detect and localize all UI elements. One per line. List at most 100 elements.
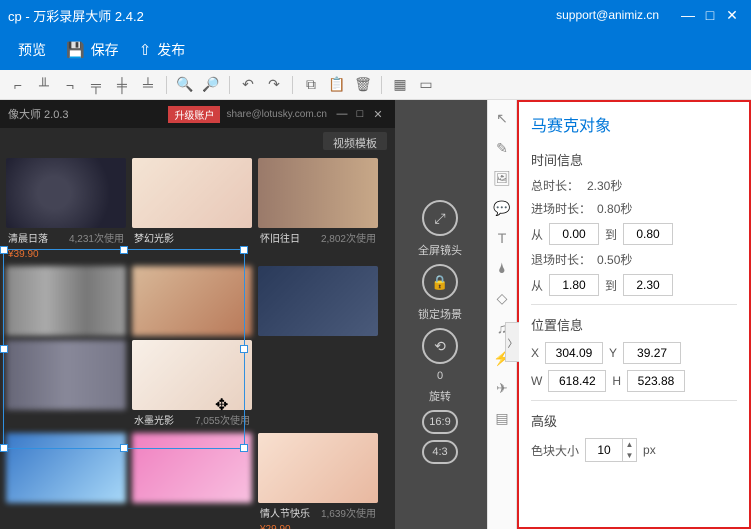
save-label: 保存 [91, 40, 119, 60]
align-middle-icon[interactable]: ╪ [110, 73, 134, 97]
resize-handle[interactable] [0, 444, 8, 452]
text-icon[interactable]: T [492, 228, 512, 248]
resize-handle[interactable] [0, 345, 8, 353]
image-icon[interactable]: 🖼 [492, 168, 512, 188]
plane-icon[interactable]: ✈ [492, 378, 512, 398]
template-thumb[interactable]: 情人节快乐1,639次使用¥29.90 [258, 433, 378, 529]
step-down-icon[interactable]: ▼ [622, 450, 636, 461]
doc-icon[interactable]: ▤ [492, 408, 512, 428]
exit-to-input[interactable] [623, 274, 673, 296]
maximize-button[interactable]: □ [699, 7, 721, 23]
resize-handle[interactable] [120, 444, 128, 452]
exit-from-input[interactable] [549, 274, 599, 296]
align-center-icon[interactable]: ╨ [32, 73, 56, 97]
px-label: px [643, 443, 656, 457]
exit-duration-value: 0.50秒 [597, 251, 632, 268]
ratio-16-9-button[interactable]: 16:9 [422, 410, 458, 434]
sub-toolbar: ⌐ ╨ ¬ ╤ ╪ ╧ 🔍 🔎 ↶ ↷ ⧉ 📋 🗑 ▦ ▭ [0, 70, 751, 100]
panel-close-icon[interactable]: ✕ [369, 108, 387, 121]
app-title: cp - 万彩录屏大师 2.4.2 [8, 6, 556, 25]
template-thumb[interactable]: 清晨日落4,231次使用¥39.90 [6, 158, 126, 262]
lock-label: 锁定场景 [418, 306, 462, 322]
close-button[interactable]: ✕ [721, 7, 743, 24]
enter-to-input[interactable] [623, 223, 673, 245]
align-left-icon[interactable]: ⌐ [6, 73, 30, 97]
to-label: 到 [605, 226, 617, 243]
fullscreen-button[interactable]: ⤢ [422, 200, 458, 236]
resize-handle[interactable] [240, 345, 248, 353]
block-size-label: 色块大小 [531, 442, 579, 459]
layer-icon[interactable]: ▭ [414, 73, 438, 97]
from-label: 从 [531, 226, 543, 243]
block-size-stepper[interactable]: ▲▼ [585, 438, 637, 462]
resize-handle[interactable] [240, 246, 248, 254]
publish-label: 发布 [157, 40, 185, 60]
properties-panel: 〉 马赛克对象 时间信息 总时长：2.30秒 进场时长：0.80秒 从 到 退场… [517, 100, 751, 529]
fullscreen-label: 全屏镜头 [418, 242, 462, 258]
step-up-icon[interactable]: ▲ [622, 439, 636, 450]
publish-icon: ⇧ [139, 41, 152, 59]
delete-icon[interactable]: 🗑 [351, 73, 375, 97]
rotate-value: 0 [437, 370, 443, 382]
speech-icon[interactable]: 💬 [492, 198, 512, 218]
copy-icon[interactable]: ⧉ [299, 73, 323, 97]
undo-icon[interactable]: ↶ [236, 73, 260, 97]
template-thumb[interactable]: 怀旧往日2,802次使用 [258, 158, 378, 262]
y-label: Y [609, 346, 617, 360]
time-section-label: 时间信息 [531, 150, 737, 169]
pencil-icon[interactable]: ✎ [492, 138, 512, 158]
align-right-icon[interactable]: ¬ [58, 73, 82, 97]
side-icon-column: ↖ ✎ 🖼 💬 T 🌢 ◇ ♫ ⚡ ✈ ▤ [487, 100, 517, 529]
shape-icon[interactable]: ◇ [492, 288, 512, 308]
paste-icon[interactable]: 📋 [325, 73, 349, 97]
zoom-in-icon[interactable]: 🔎 [199, 73, 223, 97]
enter-from-input[interactable] [549, 223, 599, 245]
block-size-input[interactable] [586, 439, 622, 461]
publish-button[interactable]: ⇧ 发布 [129, 36, 196, 64]
resize-handle[interactable] [120, 246, 128, 254]
drop-icon[interactable]: 🌢 [492, 258, 512, 278]
preview-label: 预览 [18, 40, 46, 60]
preview-button[interactable]: 预览 [8, 36, 56, 64]
position-section-label: 位置信息 [531, 315, 737, 334]
rotate-button[interactable]: ⟲ [422, 328, 458, 364]
w-input[interactable] [548, 370, 606, 392]
template-tab[interactable]: 视频模板 [323, 132, 387, 150]
advanced-section-label: 高级 [531, 411, 737, 430]
w-label: W [531, 374, 542, 388]
minimize-button[interactable]: — [677, 7, 699, 23]
canvas-area[interactable]: 像大师 2.0.3 升级账户 share@lotusky.com.cn — □ … [0, 100, 487, 529]
resize-handle[interactable] [240, 444, 248, 452]
exit-duration-label: 退场时长： [531, 251, 591, 268]
panel-min-icon[interactable]: — [333, 108, 351, 120]
save-button[interactable]: 💾 保存 [56, 36, 129, 64]
mosaic-selection[interactable] [3, 249, 245, 449]
lock-button[interactable]: 🔒 [422, 264, 458, 300]
panel-max-icon[interactable]: □ [351, 108, 369, 120]
align-top-icon[interactable]: ╤ [84, 73, 108, 97]
panel-title: 马赛克对象 [531, 112, 737, 136]
cursor-icon[interactable]: ↖ [492, 108, 512, 128]
share-url: share@lotusky.com.cn [226, 109, 327, 120]
template-thumb[interactable]: 梦幻光影 [132, 158, 252, 262]
y-input[interactable] [623, 342, 681, 364]
rotate-label: 旋转 [429, 388, 451, 404]
expand-tab[interactable]: 〉 [505, 322, 519, 362]
resize-handle[interactable] [0, 246, 8, 254]
align-bottom-icon[interactable]: ╧ [136, 73, 160, 97]
h-input[interactable] [627, 370, 685, 392]
grid-icon[interactable]: ▦ [388, 73, 412, 97]
panel-subtitle: 像大师 2.0.3 [8, 106, 168, 122]
template-thumb[interactable] [258, 266, 378, 336]
x-input[interactable] [545, 342, 603, 364]
h-label: H [612, 374, 621, 388]
upgrade-badge[interactable]: 升级账户 [168, 106, 220, 123]
support-email[interactable]: support@animiz.cn [556, 8, 659, 22]
ratio-4-3-button[interactable]: 4:3 [422, 440, 458, 464]
x-label: X [531, 346, 539, 360]
save-icon: 💾 [66, 41, 85, 59]
zoom-out-icon[interactable]: 🔍 [173, 73, 197, 97]
redo-icon[interactable]: ↷ [262, 73, 286, 97]
from-label: 从 [531, 277, 543, 294]
enter-duration-label: 进场时长： [531, 200, 591, 217]
